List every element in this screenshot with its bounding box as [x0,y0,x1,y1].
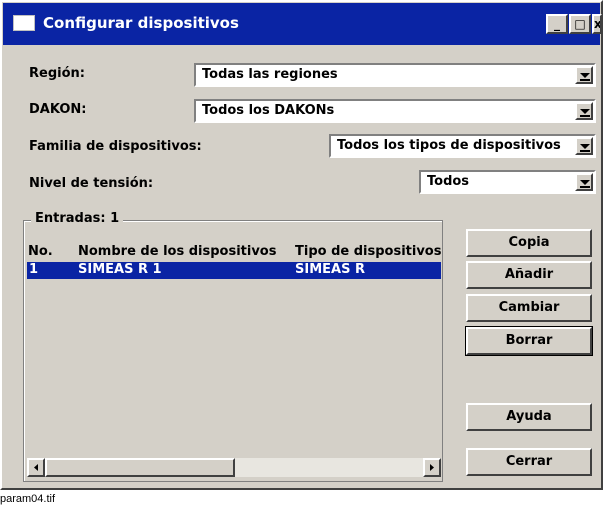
scroll-right-button[interactable] [423,458,441,477]
region-value: Todas las regiones [202,67,338,82]
close-dialog-button[interactable]: Cerrar [466,448,592,476]
family-label: Familia de dispositivos: [29,139,202,154]
region-label: Región: [29,66,85,81]
help-button[interactable]: Ayuda [466,403,592,431]
voltage-value: Todos [427,174,470,189]
family-value: Todos los tipos de dispositivos [337,138,561,153]
chevron-down-icon[interactable] [575,173,593,191]
family-select[interactable]: Todos los tipos de dispositivos [329,134,596,158]
horizontal-scrollbar[interactable] [27,458,441,477]
delete-button[interactable]: Borrar [465,326,593,356]
title-bar[interactable]: Configurar dispositivos _ □ x [3,3,602,45]
voltage-select[interactable]: Todos [419,170,596,194]
dakon-select[interactable]: Todos los DAKONs [194,99,596,123]
voltage-label: Nivel de tensión: [29,176,154,191]
window-title: Configurar dispositivos [43,14,239,32]
row-name: SIMEAS R 1 [78,262,162,277]
chevron-left-icon [34,464,38,471]
close-button[interactable]: x [592,14,602,34]
chevron-right-icon [430,464,434,471]
column-header-type[interactable]: Tipo de dispositivos [295,244,441,259]
table-row[interactable]: 1 SIMEAS R 1 SIMEAS R [27,262,441,279]
maximize-button[interactable]: □ [569,14,591,34]
row-no: 1 [29,262,39,277]
add-button[interactable]: Añadir [466,261,592,289]
row-type: SIMEAS R [295,262,365,277]
copy-button[interactable]: Copia [466,229,592,257]
figure-caption: param04.tif [0,493,56,505]
scroll-thumb[interactable] [45,458,235,477]
region-select[interactable]: Todas las regiones [194,63,596,87]
dakon-label: DAKON: [29,102,87,117]
chevron-down-icon[interactable] [575,102,593,120]
entries-groupbox [23,220,443,482]
chevron-down-icon[interactable] [575,137,593,155]
window-icon [13,15,35,31]
column-header-name[interactable]: Nombre de los dispositivos [78,244,276,259]
entries-group-label: Entradas: 1 [31,211,124,226]
dakon-value: Todos los DAKONs [202,103,335,118]
change-button[interactable]: Cambiar [466,294,592,322]
minimize-button[interactable]: _ [546,14,568,34]
scroll-left-button[interactable] [27,458,45,477]
column-header-no[interactable]: No. [28,244,53,259]
chevron-down-icon[interactable] [575,66,593,84]
